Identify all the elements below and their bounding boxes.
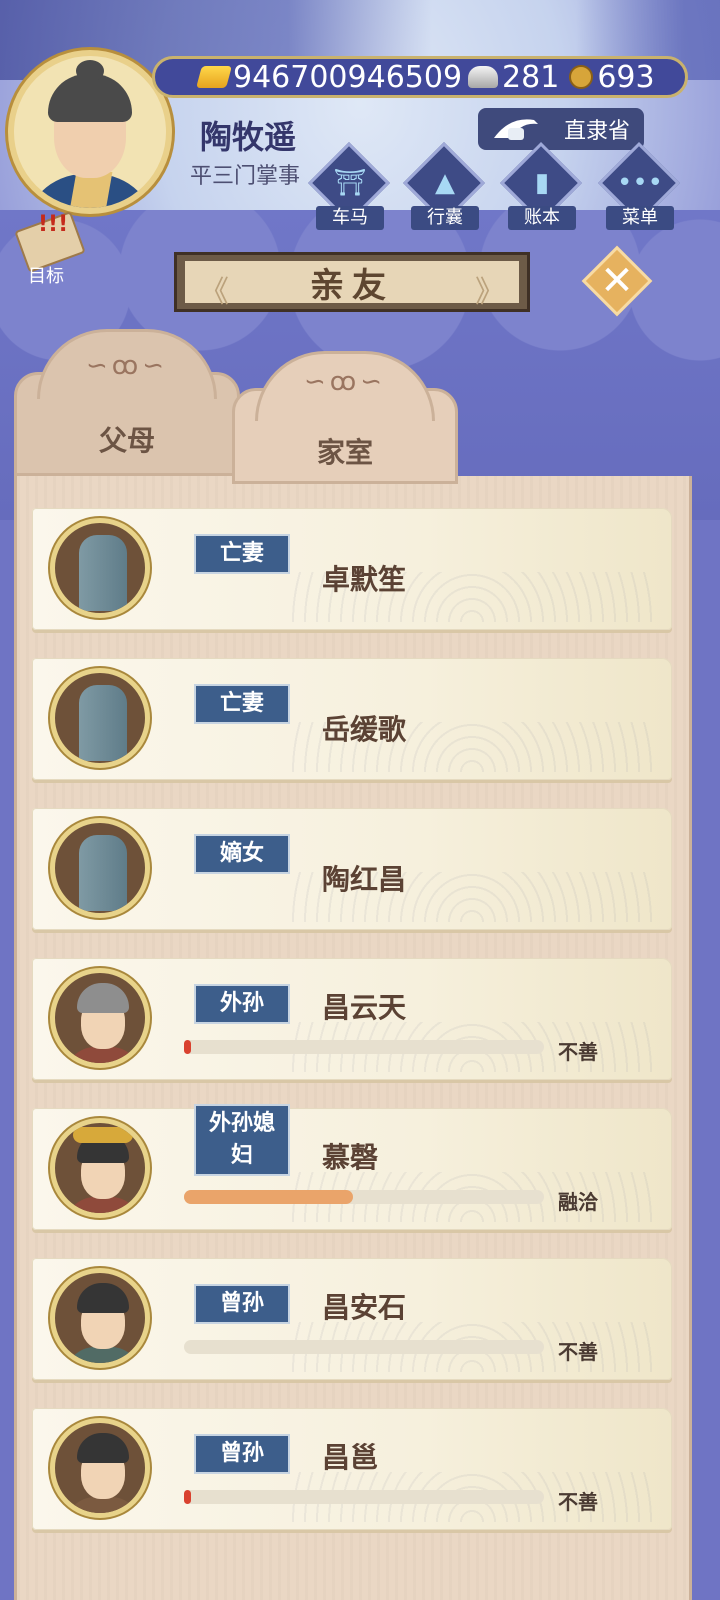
title-banner: 《 亲友 》 [174,252,530,312]
ledger-label: 账本 [508,206,576,230]
relation-badge: 曾孙 [194,1284,290,1324]
relative-name: 昌安石 [322,1291,407,1324]
affinity-status: 不善 [558,1040,598,1064]
sedan-chair-icon [494,119,538,140]
relative-avatar [50,1418,150,1518]
avatar-body [65,1347,141,1363]
affinity-bar [184,1190,544,1204]
relative-name: 岳缓歌 [322,713,407,746]
target-button[interactable]: !!! 目标 [14,211,86,287]
menu-label: 菜单 [606,206,674,230]
silver-amount: 281 [502,59,560,95]
relation-badge: 曾孙 [194,1434,290,1474]
relative-card[interactable]: 嫡女 陶红昌 [32,808,672,930]
avatar-hair-bun [76,60,104,82]
avatar-hair [77,1433,129,1463]
avatar-body [65,1497,141,1513]
relative-card[interactable]: 亡妻 岳缓歌 [32,658,672,780]
province-label: 直隶省 [563,119,630,144]
player-title: 平三门掌事 [190,164,301,189]
relative-card[interactable]: 外孙媳妇 慕磬 融洽 [32,1104,672,1230]
copper-coin-icon [569,65,594,89]
affinity-status: 不善 [558,1340,598,1364]
relative-card[interactable]: 曾孙 昌安石 不善 [32,1258,672,1380]
avatar-collar [67,172,113,208]
carriage-icon: ⛩ [333,168,367,198]
gold-ingot-icon [196,66,232,88]
relation-badge: 亡妻 [194,534,290,574]
ledger-icon: ▮ [534,168,550,198]
avatar-crown [73,1127,133,1143]
affinity-status: 融洽 [558,1190,598,1214]
tombstone-icon [79,685,127,761]
province-button[interactable]: 直隶省 [478,108,644,150]
target-label: 目标 [28,266,64,287]
cloud-ornament-icon: ∽ꝏ∽ [303,367,387,397]
affinity-bar [184,1490,544,1504]
relative-avatar [50,1118,150,1218]
gold-amount: 946700946509 [233,59,463,95]
affinity-fill [184,1040,192,1054]
page-title: 亲友 [310,265,394,306]
affinity-bar [184,1040,544,1054]
tombstone-icon [79,535,127,611]
avatar-body [65,1197,141,1213]
affinity-fill [184,1190,354,1204]
relation-badge: 嫡女 [194,834,290,874]
carriage-button[interactable]: ⛩ 车马 [307,141,391,230]
close-icon[interactable]: ✕ [591,258,643,304]
affinity-status: 不善 [558,1490,598,1514]
relative-avatar [50,968,150,1068]
avatar-body [65,1047,141,1063]
relative-card[interactable]: 外孙 昌云天 不善 [32,958,672,1080]
relative-avatar [50,1268,150,1368]
avatar-hair [77,1283,129,1313]
relative-name: 慕磬 [322,1141,379,1174]
bag-button[interactable]: ▲ 行囊 [402,141,486,230]
tab-family-label: 家室 [316,436,373,469]
chevron-left-icon: 《 [199,275,229,310]
carriage-label: 车马 [316,206,384,230]
relative-card[interactable]: 曾孙 昌邕 不善 [32,1408,672,1530]
relation-badge: 亡妻 [194,684,290,724]
tombstone-icon [79,835,127,911]
bag-label: 行囊 [411,206,479,230]
affinity-bar [184,1340,544,1354]
coin-amount: 693 [597,59,655,95]
relation-badge: 外孙媳妇 [194,1104,290,1176]
chevron-right-icon: 》 [475,275,505,310]
relation-badge: 外孙 [194,984,290,1024]
tab-family[interactable]: ∽ꝏ∽ 家室 [232,351,458,484]
avatar-hair [77,983,129,1013]
player-name: 陶牧遥 [200,118,297,156]
more-icon: ••• [616,168,663,198]
alert-flag-icon: !!! [38,212,69,237]
currency-bar: 946700946509 281 693 [152,56,688,98]
tombstone-avatar [50,518,150,618]
cloud-ornament-icon: ∽ꝏ∽ [85,351,169,381]
tombstone-avatar [50,668,150,768]
tab-parents[interactable]: ∽ꝏ∽ 父母 [14,329,240,476]
relative-name: 昌云天 [322,991,407,1024]
relative-name: 昌邕 [322,1441,379,1474]
relative-name: 陶红昌 [322,863,407,896]
relative-name: 卓默笙 [322,563,407,596]
bag-icon: ▲ [435,168,455,198]
tab-parents-label: 父母 [98,424,155,457]
menu-button[interactable]: ••• 菜单 [597,141,681,230]
player-avatar[interactable] [8,50,172,214]
silver-ingot-icon [468,66,499,88]
affinity-fill [184,1490,192,1504]
tombstone-avatar [50,818,150,918]
ledger-button[interactable]: ▮ 账本 [499,141,583,230]
relative-card[interactable]: 亡妻 卓默笙 [32,508,672,630]
title-inner: 《 亲友 》 [185,261,519,310]
